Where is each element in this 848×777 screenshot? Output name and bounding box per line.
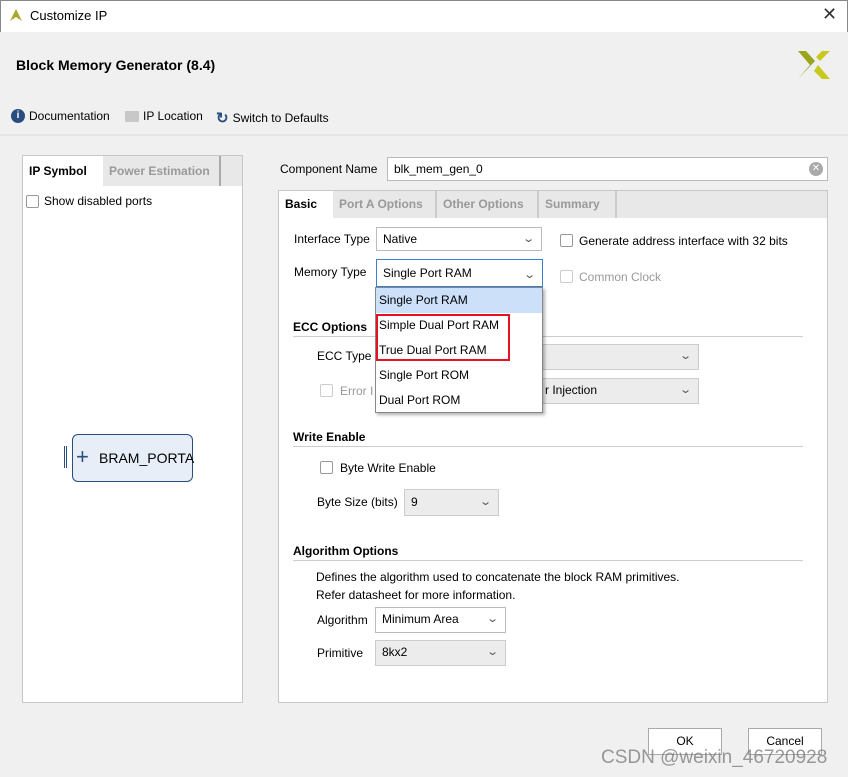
ip-location-link[interactable]: IP Location	[125, 109, 203, 123]
byte-size-select[interactable]: 9 ⌄	[404, 489, 499, 516]
primitive-select[interactable]: 8kx2 ⌄	[375, 640, 506, 666]
documentation-label: Documentation	[29, 109, 110, 123]
ip-symbol-panel: IP Symbol Power Estimation Show disabled…	[22, 155, 243, 703]
interface-type-select[interactable]: Native ⌄	[376, 227, 542, 251]
xilinx-logo-icon	[10, 9, 22, 21]
page-title: Block Memory Generator (8.4)	[16, 57, 216, 73]
chevron-down-icon: ⌄	[485, 646, 499, 658]
chevron-down-icon: ⌄	[678, 350, 692, 362]
port-label: BRAM_PORTA	[99, 450, 195, 466]
tab-power-estimation[interactable]: Power Estimation	[103, 156, 221, 186]
chevron-down-icon: ⌄	[521, 233, 535, 245]
memory-type-label: Memory Type	[294, 265, 367, 279]
refresh-icon: ↻	[216, 110, 229, 127]
write-enable-section-title: Write Enable	[293, 430, 366, 444]
algorithm-description-1: Defines the algorithm used to concatenat…	[316, 570, 680, 584]
byte-size-value: 9	[411, 495, 418, 509]
divider	[293, 560, 803, 561]
algorithm-label: Algorithm	[317, 613, 368, 627]
memory-type-select[interactable]: Single Port RAM ⌄	[376, 259, 543, 287]
tab-summary[interactable]: Summary	[539, 191, 617, 218]
chevron-down-icon: ⌄	[678, 384, 692, 396]
watermark: CSDN @weixin_46720928	[601, 747, 828, 768]
common-clock-checkbox[interactable]	[560, 270, 573, 283]
port-bus-icon	[64, 446, 67, 468]
chevron-down-icon: ⌄	[522, 269, 536, 281]
plus-icon[interactable]: +	[76, 444, 89, 470]
error-injection-label: Error I	[340, 384, 374, 398]
component-name-value: blk_mem_gen_0	[394, 162, 483, 176]
show-disabled-ports-label: Show disabled ports	[44, 194, 153, 208]
close-button[interactable]: ✕	[822, 4, 837, 25]
interface-type-label: Interface Type	[294, 232, 370, 246]
clear-icon[interactable]: ✕	[809, 162, 823, 176]
ecc-type-select[interactable]: ⌄	[530, 344, 699, 370]
window-title: Customize IP	[30, 8, 108, 23]
xilinx-logo-icon	[798, 51, 830, 79]
info-icon: i	[11, 109, 25, 123]
chevron-down-icon: ⌄	[485, 613, 499, 625]
option-single-port-ram[interactable]: Single Port RAM	[376, 288, 542, 313]
chevron-down-icon: ⌄	[478, 496, 492, 508]
bram-porta-port[interactable]: + BRAM_PORTA	[72, 434, 195, 482]
byte-write-enable-label: Byte Write Enable	[340, 461, 436, 475]
divider	[0, 134, 848, 136]
error-injection-checkbox[interactable]	[320, 384, 333, 397]
tab-ip-symbol[interactable]: IP Symbol	[23, 156, 103, 186]
byte-write-enable-checkbox[interactable]	[320, 461, 333, 474]
ecc-type-label: ECC Type	[317, 349, 372, 363]
switch-defaults-label: Switch to Defaults	[232, 111, 329, 125]
memory-type-value: Single Port RAM	[383, 266, 472, 280]
primitive-value: 8kx2	[382, 645, 408, 659]
primitive-label: Primitive	[317, 646, 364, 660]
gen-addr-checkbox[interactable]	[560, 234, 573, 247]
option-single-port-rom[interactable]: Single Port ROM	[376, 363, 542, 388]
ecc-section-title: ECC Options	[293, 320, 367, 334]
divider	[293, 446, 803, 447]
folder-icon	[125, 110, 139, 122]
interface-type-value: Native	[383, 232, 418, 246]
title-bar	[0, 0, 848, 32]
highlight-box	[376, 314, 510, 361]
option-dual-port-rom[interactable]: Dual Port ROM	[376, 388, 542, 413]
algorithm-section-title: Algorithm Options	[293, 544, 399, 558]
tab-other-options[interactable]: Other Options	[437, 191, 539, 218]
gen-addr-label: Generate address interface with 32 bits	[579, 234, 788, 248]
divider	[293, 336, 803, 337]
algorithm-description-2: Refer datasheet for more information.	[316, 588, 516, 602]
ip-location-label: IP Location	[143, 109, 203, 123]
tab-port-a-options[interactable]: Port A Options	[333, 191, 437, 218]
algorithm-select[interactable]: Minimum Area ⌄	[375, 607, 506, 633]
byte-size-label: Byte Size (bits)	[317, 495, 398, 509]
error-injection-select[interactable]: r Injection ⌄	[530, 378, 699, 404]
component-name-input[interactable]: blk_mem_gen_0 ✕	[387, 157, 828, 181]
component-name-label: Component Name	[280, 162, 378, 176]
algorithm-value: Minimum Area	[382, 612, 459, 626]
show-disabled-ports-checkbox[interactable]	[26, 195, 39, 208]
error-injection-value: r Injection	[545, 383, 598, 397]
basic-content	[279, 218, 827, 702]
common-clock-label: Common Clock	[579, 270, 662, 284]
tab-basic[interactable]: Basic	[279, 191, 333, 218]
switch-defaults-link[interactable]: ↻ Switch to Defaults	[216, 109, 329, 127]
documentation-link[interactable]: i Documentation	[11, 109, 110, 123]
